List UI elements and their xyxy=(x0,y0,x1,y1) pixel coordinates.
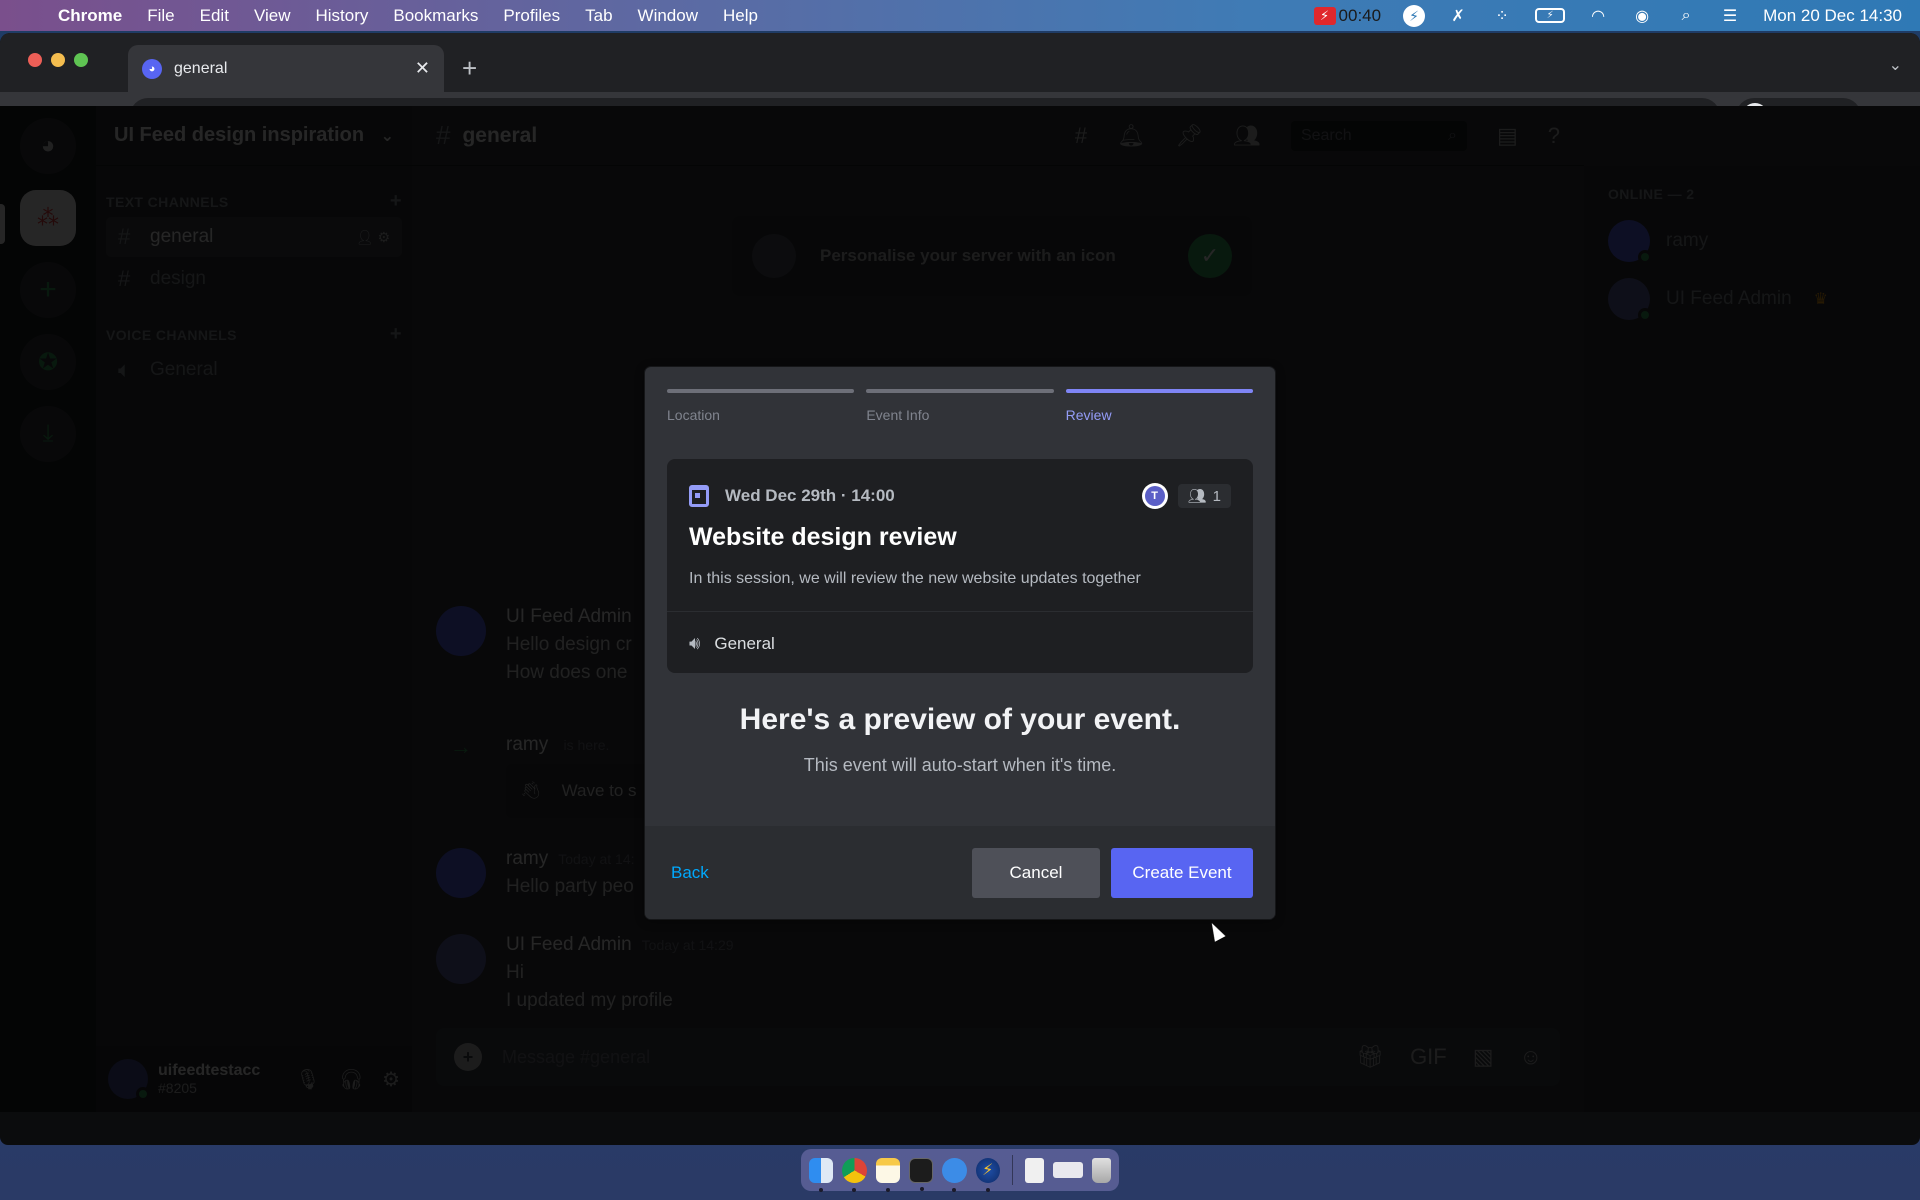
safari-icon[interactable] xyxy=(942,1157,967,1192)
chrome-icon[interactable] xyxy=(842,1157,867,1192)
macos-dock: ⚡ xyxy=(801,1149,1119,1192)
step-label: Event Info xyxy=(866,407,930,423)
tab-search-chevron-icon[interactable]: ⌄ xyxy=(1889,55,1902,75)
tab-title: general xyxy=(174,59,228,77)
modal-footer: Back Cancel Create Event xyxy=(645,826,1275,919)
step-progress: Location Event Info Review xyxy=(667,389,1253,423)
tab-strip: ◕ general ✕ + ⌄ xyxy=(0,33,1920,92)
event-date: Wed Dec 29th · 14:00 xyxy=(725,486,895,505)
menu-history[interactable]: History xyxy=(315,6,368,26)
window-controls xyxy=(28,53,88,67)
event-preview-header: Wed Dec 29th · 14:00 T 👥︎ 1 xyxy=(689,483,1231,509)
event-description: In this session, we will review the new … xyxy=(689,570,1141,587)
event-preview-card: Wed Dec 29th · 14:00 T 👥︎ 1 Website desi… xyxy=(667,459,1253,673)
terminal-icon[interactable] xyxy=(908,1157,934,1191)
running-indicator xyxy=(952,1187,957,1192)
modal-headline: Here's a preview of your event. xyxy=(739,703,1181,736)
menu-file[interactable]: File xyxy=(147,6,174,26)
teams-logo-icon: T xyxy=(1144,486,1165,506)
interested-count-badge: 👥︎ 1 xyxy=(1177,484,1231,508)
fullscreen-window-button[interactable] xyxy=(74,53,88,67)
interested-count: 1 xyxy=(1212,487,1221,505)
step-location: Location xyxy=(667,389,855,423)
menu-tab[interactable]: Tab xyxy=(585,6,612,26)
running-indicator xyxy=(885,1187,890,1192)
menu-app-name[interactable]: Chrome xyxy=(58,6,122,26)
step-label: Review xyxy=(1065,407,1112,423)
people-icon: 👥︎ xyxy=(1187,488,1207,505)
user-account-icon[interactable]: ◉ xyxy=(1631,6,1653,26)
menubar-clock[interactable]: Mon 20 Dec 14:30 xyxy=(1763,6,1902,26)
menu-bookmarks[interactable]: Bookmarks xyxy=(393,6,478,26)
running-indicator xyxy=(919,1186,924,1191)
bolt-app-icon[interactable]: ⚡ xyxy=(1403,4,1426,27)
status-area: ⚡ 00:40 ⚡ ✗ ⁘ ⚡ ◠ ◉ ⌕ ☰ Mon 20 Dec 14:30 xyxy=(1313,4,1902,27)
new-tab-icon[interactable]: + xyxy=(462,53,477,84)
close-tab-icon[interactable]: ✕ xyxy=(415,58,430,79)
menu-window[interactable]: Window xyxy=(638,6,698,26)
bolt-app-icon[interactable]: ⚡ xyxy=(975,1157,1000,1192)
trash-icon[interactable] xyxy=(1091,1157,1111,1183)
event-title: Website design review xyxy=(689,523,957,551)
step-event-info: Event Info xyxy=(866,389,1054,423)
create-event-modal: Location Event Info Review Wed Dec 29th … xyxy=(645,367,1275,919)
dock-separator xyxy=(1011,1155,1013,1185)
running-indicator xyxy=(985,1187,990,1192)
creator-avatar: T xyxy=(1141,483,1168,509)
dots-menu-icon[interactable]: ⁘ xyxy=(1491,6,1513,26)
macos-menubar: Chrome File Edit View History Bookmarks … xyxy=(0,0,1920,31)
recording-icon: ⚡ xyxy=(1313,6,1336,25)
speaker-icon: 🔊︎ xyxy=(689,633,701,653)
screenshot-thumbnail-icon[interactable] xyxy=(1053,1162,1083,1178)
back-button[interactable]: Back xyxy=(671,863,709,883)
discord-favicon-icon: ◕ xyxy=(142,58,162,79)
document-icon[interactable] xyxy=(1024,1157,1045,1183)
spotlight-search-icon[interactable]: ⌕ xyxy=(1675,7,1697,25)
screen-recording-indicator[interactable]: ⚡ 00:40 xyxy=(1313,5,1382,26)
step-bar xyxy=(866,389,1054,393)
modal-subline: This event will auto-start when it's tim… xyxy=(803,755,1117,775)
recording-time: 00:40 xyxy=(1338,5,1382,25)
cancel-button[interactable]: Cancel xyxy=(972,847,1100,898)
wifi-icon[interactable]: ◠ xyxy=(1587,6,1609,26)
create-event-button[interactable]: Create Event xyxy=(1111,847,1253,898)
menu-view[interactable]: View xyxy=(254,6,291,26)
divider xyxy=(667,611,1253,612)
battery-icon[interactable]: ⚡ xyxy=(1535,8,1566,23)
menu-edit[interactable]: Edit xyxy=(200,6,229,26)
menu-profiles[interactable]: Profiles xyxy=(503,6,560,26)
menu-help[interactable]: Help xyxy=(723,6,758,26)
step-bar xyxy=(1065,389,1253,393)
running-indicator xyxy=(819,1187,823,1192)
event-location: 🔊︎ General xyxy=(689,633,775,654)
finder-icon[interactable] xyxy=(809,1157,834,1192)
step-review: Review xyxy=(1065,389,1253,423)
running-indicator xyxy=(852,1187,857,1192)
step-label: Location xyxy=(667,407,720,423)
control-center-icon[interactable]: ☰ xyxy=(1719,6,1741,26)
close-window-button[interactable] xyxy=(28,53,42,67)
browser-tab-active[interactable]: ◕ general ✕ xyxy=(128,45,444,92)
bluetooth-icon[interactable]: ✗ xyxy=(1447,6,1469,26)
step-bar xyxy=(667,389,855,393)
notes-icon[interactable] xyxy=(875,1157,900,1192)
minimize-window-button[interactable] xyxy=(51,53,65,67)
event-location-name: General xyxy=(714,633,775,653)
calendar-icon xyxy=(689,485,709,507)
